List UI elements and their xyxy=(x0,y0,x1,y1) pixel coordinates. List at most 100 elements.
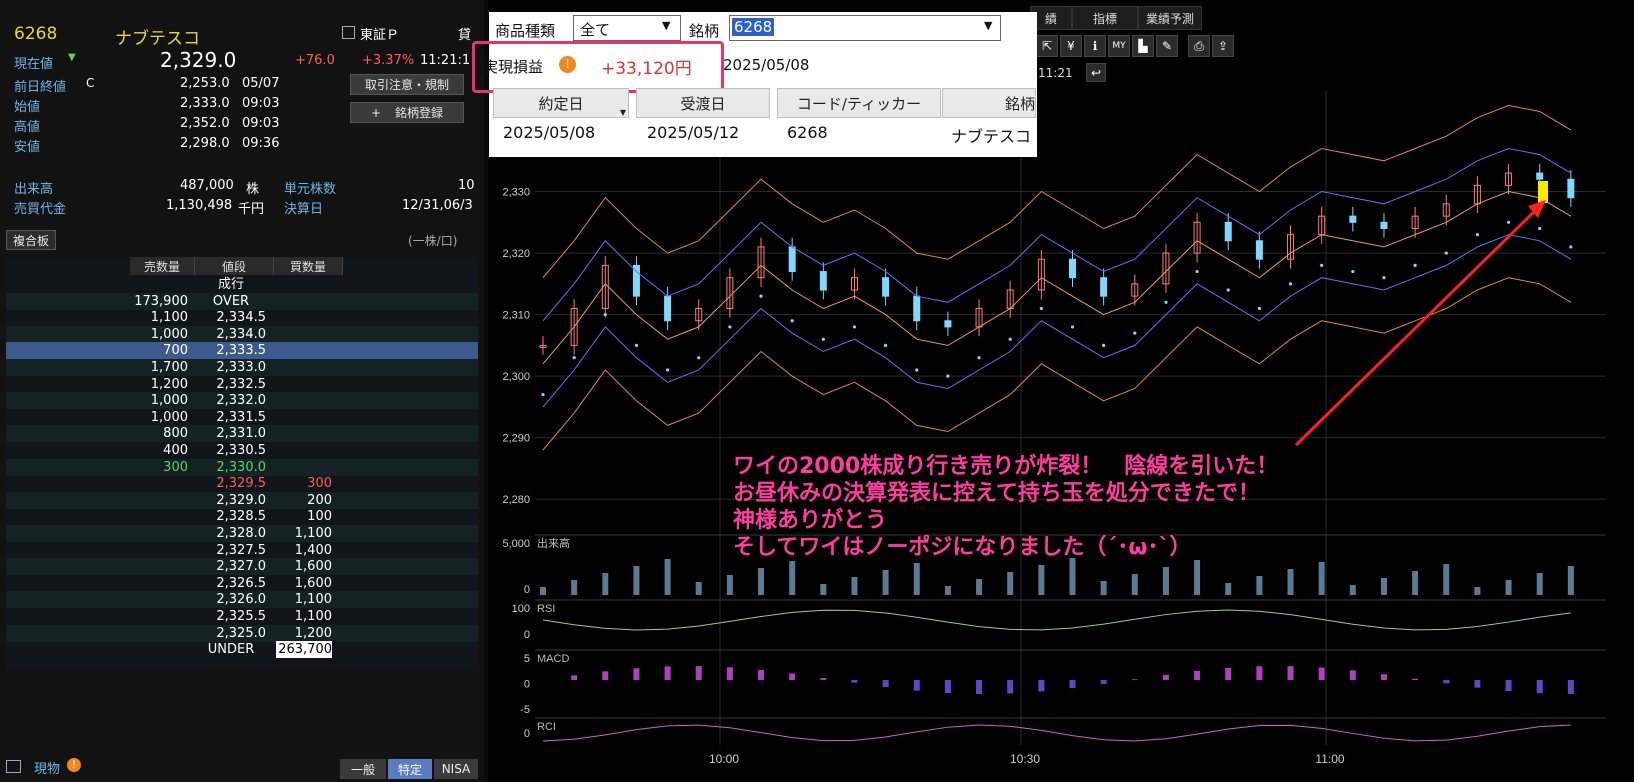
macd-bar xyxy=(1318,667,1325,680)
orderbook-row[interactable]: 2,326.5 1,600 xyxy=(6,575,478,592)
ob-sell-qty xyxy=(106,625,188,642)
macd-bar xyxy=(1412,678,1419,680)
ob-sell-qty xyxy=(106,542,188,559)
orderbook-row[interactable]: 2,328.0 1,100 xyxy=(6,525,478,542)
orderbook-row[interactable]: 1,200 2,332.5 xyxy=(6,376,478,393)
warning-icon: ! xyxy=(67,758,81,772)
orderbook-row[interactable]: 2,325.0 1,200 xyxy=(6,624,478,642)
product-type-select[interactable]: 全て ▼ xyxy=(573,15,681,41)
sar-dot xyxy=(1506,220,1511,224)
low-value: 2,298.0 xyxy=(180,136,230,151)
ob-price: 2,334.0 xyxy=(216,326,266,342)
volume-bar xyxy=(695,582,702,595)
ob-buy-qty: 263,700 xyxy=(276,641,332,659)
orderbook-row[interactable]: 173,900 OVER xyxy=(6,292,478,310)
volume-bar xyxy=(1287,569,1294,595)
orderbook-row[interactable]: 2,325.5 1,100 xyxy=(6,608,478,625)
ob-buy-qty xyxy=(276,442,332,459)
open-value: 2,333.0 xyxy=(180,96,230,111)
orderbook-row[interactable]: 成行 xyxy=(6,276,478,293)
volume-bar xyxy=(1505,580,1512,595)
orderbook-row[interactable]: 400 2,330.5 xyxy=(6,442,478,459)
ob-price: 2,333.0 xyxy=(216,360,266,375)
orderbook-row[interactable]: 800 2,331.0 xyxy=(6,425,478,443)
nisa-account-button[interactable]: NISA xyxy=(434,759,478,779)
ob-buy-qty: 1,400 xyxy=(294,542,332,558)
volume-bar xyxy=(1038,565,1045,595)
current-label: 現在値 xyxy=(14,57,54,72)
macd-bar xyxy=(571,675,578,680)
orderbook-row[interactable]: 1,700 2,333.0 xyxy=(6,359,478,376)
candle-body xyxy=(1224,221,1232,242)
candle-body xyxy=(1567,178,1575,199)
orderbook-row[interactable]: 2,328.5 100 xyxy=(6,508,478,525)
ob-buy-qty xyxy=(276,326,332,343)
candle-body xyxy=(1255,240,1263,260)
ob-buy-qty: 1,600 xyxy=(294,575,332,591)
pnl-warning-icon: ! xyxy=(559,56,576,73)
macd-bar xyxy=(1225,667,1232,680)
orderbook-row[interactable]: 2,326.0 1,100 xyxy=(6,591,478,609)
stock-code: 6268 xyxy=(14,24,58,44)
volume-bar xyxy=(726,575,733,595)
col-header-trade-date[interactable]: 約定日 ▼ xyxy=(493,88,629,118)
col-header-code[interactable]: コード/ティッカー xyxy=(777,88,941,118)
col-header-name[interactable]: 銘柄 xyxy=(942,88,1036,118)
ob-buy-qty: 1,100 xyxy=(294,526,332,541)
sar-dot xyxy=(1538,226,1542,231)
volume-bar xyxy=(851,577,858,595)
orderbook-row[interactable]: 700 2,333.5 xyxy=(6,342,478,360)
board-tab[interactable]: 複合板 xyxy=(6,230,56,250)
orderbook-row[interactable]: 2,327.0 1,600 xyxy=(6,558,478,576)
window-icon[interactable] xyxy=(6,760,21,773)
rsi-line xyxy=(542,609,1571,631)
ob-buy-qty xyxy=(276,409,332,426)
price-change: +76.0 xyxy=(295,53,335,68)
volume-bar xyxy=(1007,572,1014,595)
panel-tick-label: 0 xyxy=(524,679,530,691)
col-header-delivery-date[interactable]: 受渡日 xyxy=(636,88,770,118)
orderbook-row[interactable]: 2,329.5 300 xyxy=(6,475,478,492)
volume-bar xyxy=(1256,576,1263,595)
ob-buy-qty: 1,100 xyxy=(294,609,332,624)
volume-bar xyxy=(913,563,920,595)
pnl-value: +33,120円 xyxy=(601,59,692,79)
specific-account-button[interactable]: 特定 xyxy=(388,759,432,779)
trade-caution-button[interactable]: 取引注意・規制 xyxy=(350,74,464,95)
orderbook-row[interactable]: 2,329.0 200 xyxy=(6,491,478,509)
orderbook-row[interactable]: 1,000 2,332.0 xyxy=(6,392,478,410)
annotation-line: ワイの2000株成り行き売りが炸裂！ 陰線を引いた！ xyxy=(733,454,1279,479)
band-line xyxy=(542,147,1572,322)
orderbook-row[interactable]: 1,100 2,334.5 xyxy=(6,309,478,326)
ob-price: 2,329.5 xyxy=(216,476,266,492)
ob-sell-qty xyxy=(106,525,188,542)
orderbook-row[interactable]: 1,000 2,331.5 xyxy=(6,409,478,426)
sar-dot xyxy=(1039,306,1043,311)
panel-name: RCI xyxy=(537,721,556,733)
sar-dot xyxy=(1382,276,1386,280)
spot-label: 現物 xyxy=(34,762,61,777)
register-symbol-button[interactable]: + 銘柄登録 xyxy=(350,102,464,123)
symbol-select[interactable]: 6268 ▼ xyxy=(729,15,1001,41)
annotation-line: お昼休みの決算発表に控えて持ち玉を処分できたで！ xyxy=(733,481,1260,506)
macd-bar xyxy=(1256,666,1263,680)
prev-close-flag: C xyxy=(86,76,95,90)
ob-buy-qty: 1,100 xyxy=(294,592,332,608)
col-header-trade-date-label: 約定日 xyxy=(538,94,584,113)
panel-tick-label: 100 xyxy=(512,603,530,615)
orderbook-row[interactable]: 300 2,330.0 xyxy=(6,458,478,476)
sar-dot xyxy=(1320,263,1324,267)
product-type-label: 商品種類 xyxy=(495,22,556,40)
orderbook-row[interactable]: 1,000 2,334.0 xyxy=(6,325,478,343)
candle-body xyxy=(819,271,827,291)
volume-bar xyxy=(664,559,671,595)
ob-sell-qty: 173,900 xyxy=(134,293,188,309)
orderbook-row[interactable]: 2,327.5 1,400 xyxy=(6,542,478,559)
general-account-button[interactable]: 一般 xyxy=(340,759,386,779)
ob-price: 2,327.5 xyxy=(216,542,266,558)
sar-dot xyxy=(1351,269,1355,274)
orderbook-row[interactable]: UNDER 263,700 xyxy=(6,641,478,659)
volume-bar xyxy=(1443,564,1450,595)
volume-bar xyxy=(882,570,889,595)
pnl-data-row[interactable]: 2025/05/08 2025/05/12 6268 ナブテスコ xyxy=(489,118,1037,150)
